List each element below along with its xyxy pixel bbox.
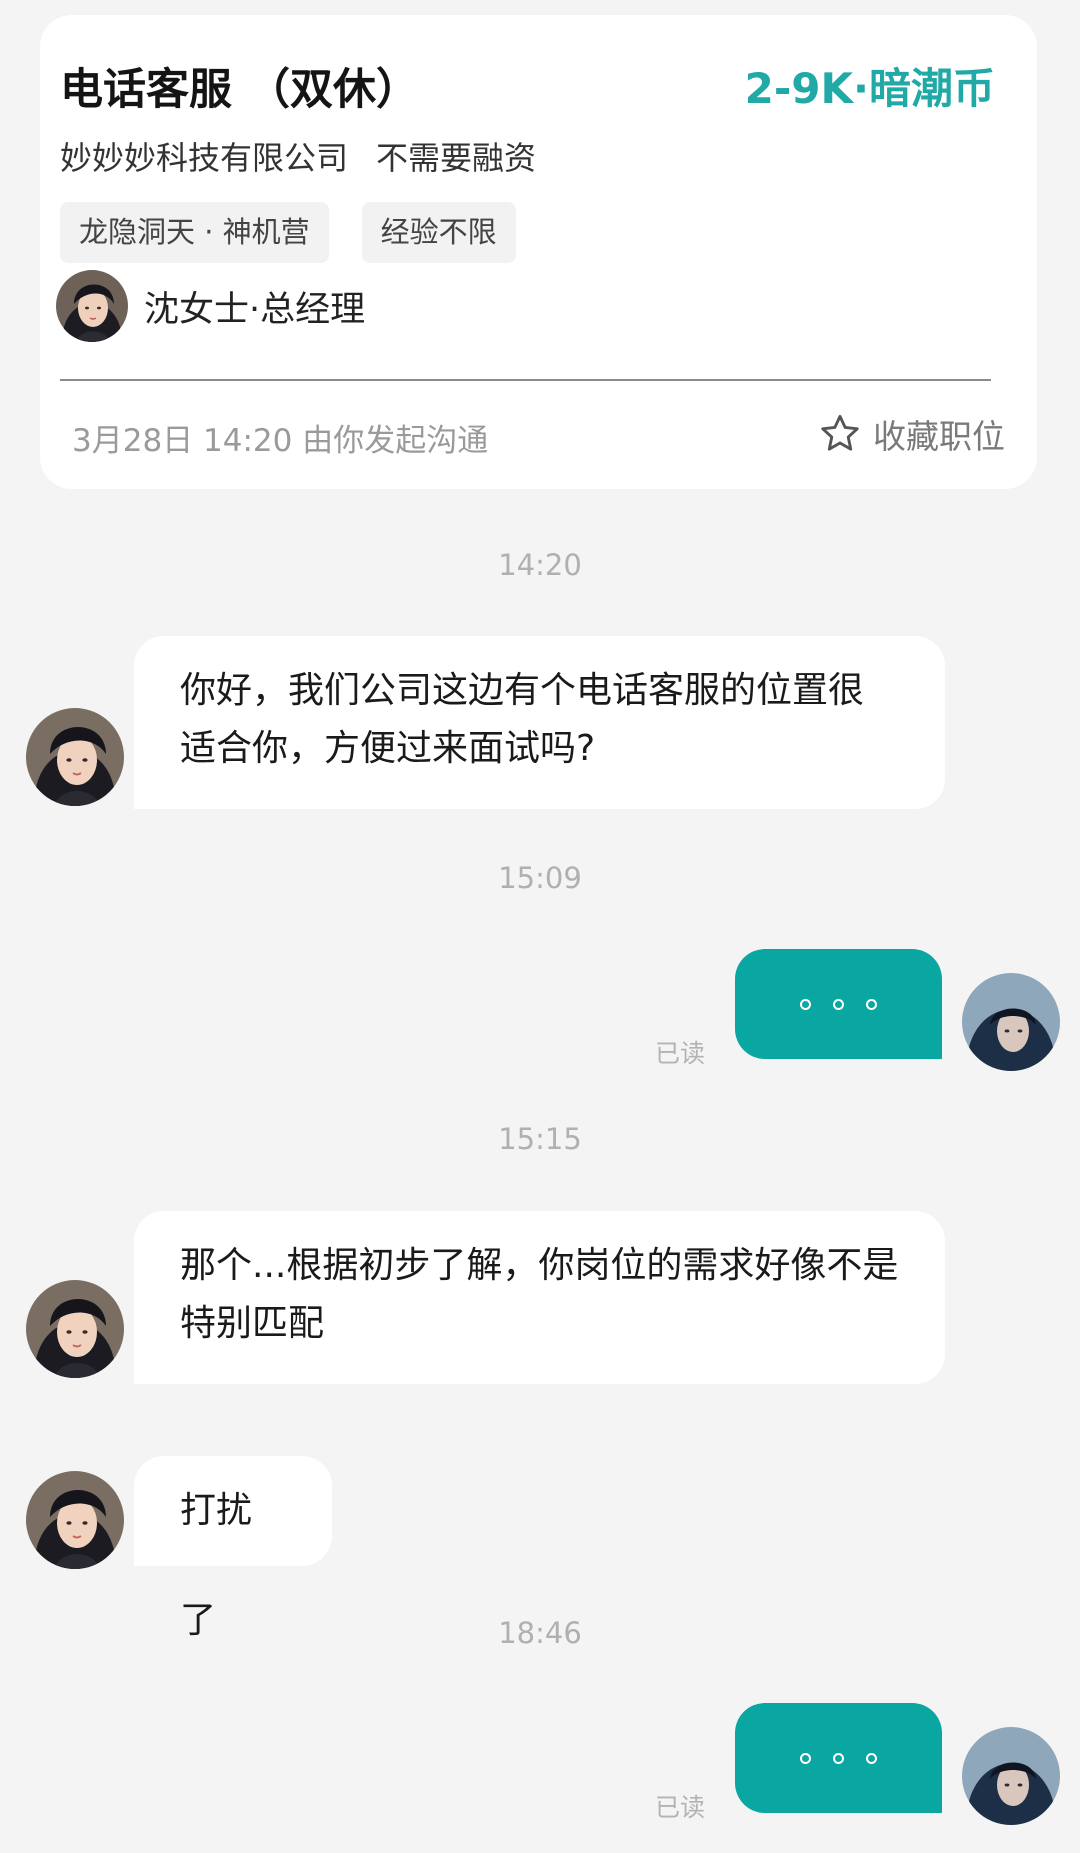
dot-icon xyxy=(866,998,877,1010)
recruiter-name: 沈女士·总经理 xyxy=(144,289,366,330)
timestamp: 15:09 xyxy=(498,861,582,895)
message-bubble-incoming[interactable]: 你好，我们公司这边有个电话客服的位置很适合你，方便过来面试吗? xyxy=(134,636,945,809)
job-card[interactable]: 电话客服 （双休） 2-9K·暗潮币 妙妙妙科技有限公司 不需要融资 龙隐洞天 ·… xyxy=(40,15,1037,489)
recruiter-avatar[interactable] xyxy=(26,1471,124,1569)
dot-icon xyxy=(800,1752,811,1764)
message-bubble-incoming[interactable]: 打扰了 xyxy=(134,1456,332,1641)
timestamp: 14:20 xyxy=(498,548,582,582)
read-status: 已读 xyxy=(655,1793,706,1822)
job-title: 电话客服 （双休） xyxy=(60,65,419,115)
favorite-label: 收藏职位 xyxy=(873,417,1005,456)
star-icon xyxy=(821,414,859,451)
job-tags: 龙隐洞天 · 神机营 经验不限 xyxy=(60,202,516,263)
company-name: 妙妙妙科技有限公司 xyxy=(60,139,349,177)
recruiter-avatar[interactable] xyxy=(26,1280,124,1378)
favorite-button[interactable]: 收藏职位 xyxy=(817,410,1005,458)
user-avatar[interactable] xyxy=(962,973,1060,1071)
company-info: 妙妙妙科技有限公司 不需要融资 xyxy=(60,133,564,179)
message-bubble-incoming[interactable]: 那个...根据初步了解，你岗位的需求好像不是特别匹配 xyxy=(134,1211,945,1384)
recruiter[interactable]: 沈女士·总经理 xyxy=(56,270,365,342)
timestamp: 15:15 xyxy=(498,1122,582,1156)
tag-location: 龙隐洞天 · 神机营 xyxy=(60,202,329,263)
message-bubble-outgoing[interactable] xyxy=(735,1703,942,1813)
dot-icon xyxy=(833,998,844,1010)
recruiter-avatar[interactable] xyxy=(56,270,128,342)
chat-start-info: 3月28日 14:20 由你发起沟通 xyxy=(72,423,489,459)
dot-icon xyxy=(800,998,811,1010)
dot-icon xyxy=(833,1752,844,1764)
funding-stage: 不需要融资 xyxy=(376,139,537,177)
recruiter-avatar[interactable] xyxy=(26,708,124,806)
card-divider xyxy=(60,379,991,381)
salary: 2-9K·暗潮币 xyxy=(744,64,995,113)
read-status: 已读 xyxy=(655,1039,706,1068)
message-bubble-outgoing[interactable] xyxy=(735,949,942,1059)
tag-experience: 经验不限 xyxy=(361,202,516,263)
timestamp: 18:46 xyxy=(498,1616,582,1650)
dot-icon xyxy=(866,1752,877,1764)
user-avatar[interactable] xyxy=(962,1727,1060,1825)
